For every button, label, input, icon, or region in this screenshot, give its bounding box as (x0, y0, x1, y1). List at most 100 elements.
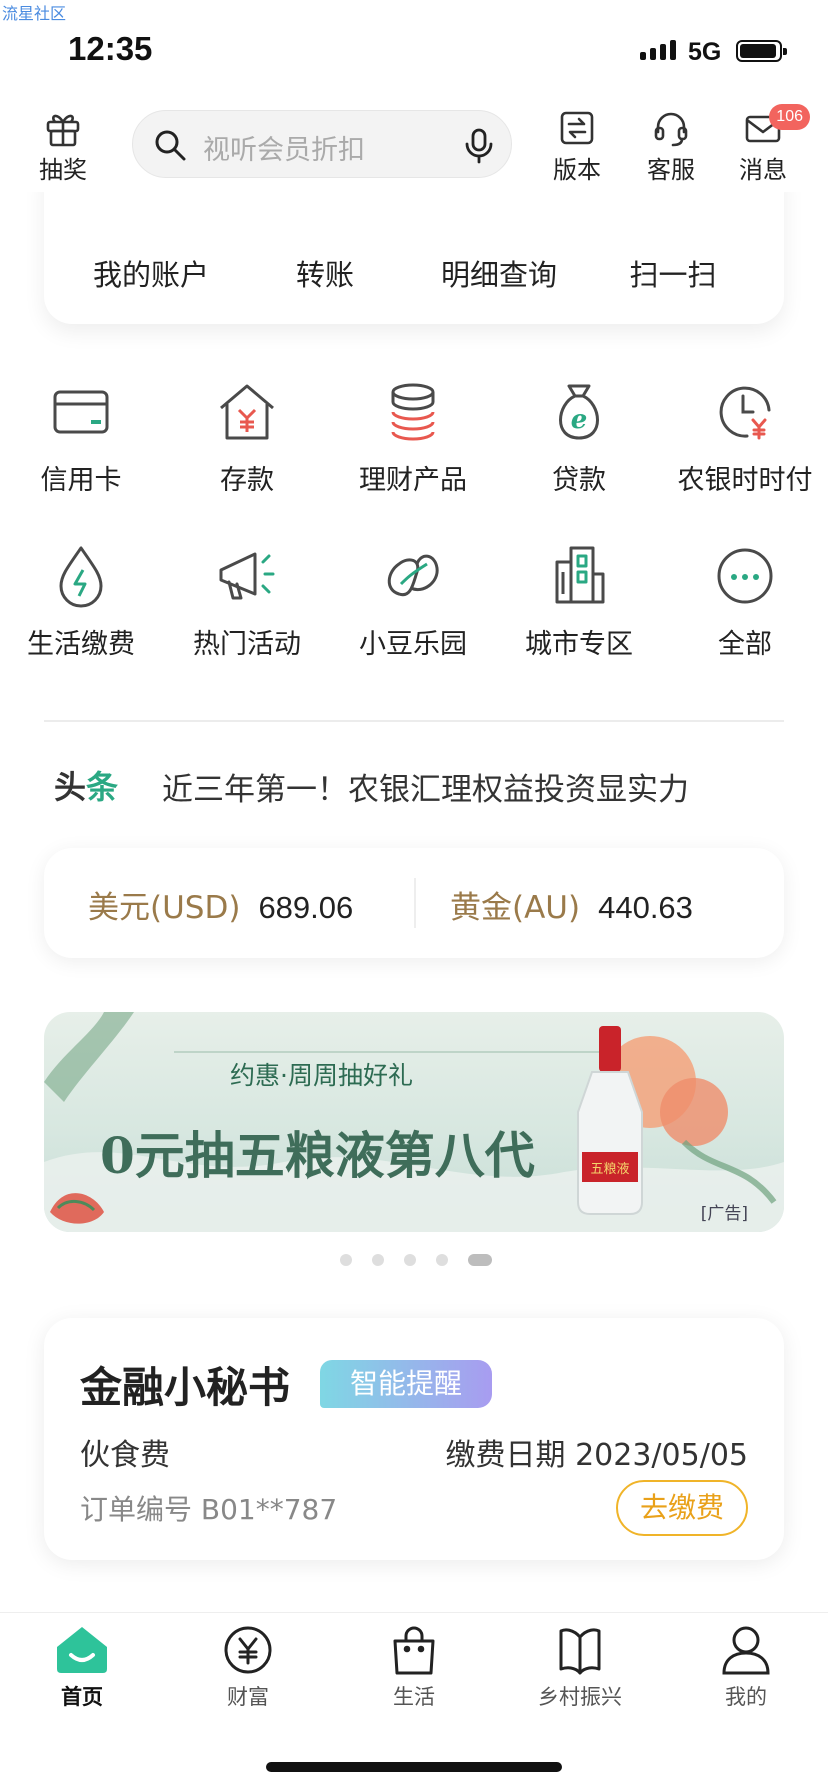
carousel-indicator (340, 1254, 492, 1266)
bottle-label: 五粮液 (590, 1162, 629, 1177)
service-all[interactable]: 全部 (660, 544, 828, 661)
carousel-dot-active[interactable] (468, 1254, 492, 1266)
message-badge: 106 (769, 104, 810, 130)
search-bar[interactable]: 视听会员折扣 (132, 110, 512, 178)
carousel-dot[interactable] (372, 1254, 384, 1266)
service-loan[interactable]: e 贷款 (494, 380, 664, 497)
search-icon (155, 130, 186, 161)
messages-button[interactable]: 106 消息 (728, 104, 810, 185)
battery-icon (736, 40, 787, 62)
tab-label: 首页 (61, 1685, 103, 1709)
customer-service-button[interactable]: 客服 (636, 108, 706, 185)
service-label: 信用卡 (40, 465, 122, 496)
svg-text:e: e (571, 405, 588, 435)
search-placeholder: 视听会员折扣 (203, 135, 365, 166)
tab-life[interactable]: 生活 (344, 1625, 484, 1711)
ad-label: [广告] (700, 1204, 748, 1224)
shopping-bag-icon (393, 1626, 435, 1675)
watermark: 流星社区 (2, 4, 67, 23)
more-dots-icon (717, 548, 773, 604)
utility-drop-icon (59, 546, 103, 608)
yuan-circle-icon (224, 1626, 272, 1674)
banner-subtitle: 约惠·周周抽好礼 (230, 1061, 413, 1090)
tab-label: 乡村振兴 (538, 1685, 622, 1709)
service-label: 热门活动 (193, 629, 301, 660)
city-buildings-icon (555, 546, 605, 604)
tab-label: 生活 (393, 1685, 435, 1709)
due-date: 缴费日期 2023/05/05 (445, 1438, 748, 1473)
service-label: 全部 (718, 629, 772, 660)
rate-usd[interactable]: 美元(USD) 689.06 (88, 882, 353, 927)
promo-banner[interactable]: 五粮液 约惠·周周抽好礼 0元抽五粮液第八代 [广告] (44, 1012, 784, 1232)
service-credit-card[interactable]: 信用卡 (0, 380, 166, 497)
tab-home[interactable]: 首页 (12, 1625, 152, 1711)
service-label: 小豆乐园 (359, 629, 467, 660)
quick-action-transfer[interactable]: 转账 (240, 252, 410, 294)
carousel-dot[interactable] (340, 1254, 352, 1266)
quick-action-detail-query[interactable]: 明细查询 (414, 252, 584, 294)
version-button[interactable]: 版本 (542, 108, 612, 185)
tab-label: 财富 (227, 1685, 269, 1709)
smart-reminder-tag: 智能提醒 (320, 1360, 492, 1408)
service-wealth-products[interactable]: 理财产品 (328, 380, 498, 497)
money-bag-icon: e (559, 384, 599, 440)
headline-tag: 头条 (54, 762, 118, 808)
service-label: 城市专区 (525, 629, 633, 660)
home-indicator (266, 1762, 562, 1772)
quick-actions-card: 我的账户 转账 明细查询 扫一扫 (44, 160, 784, 324)
tab-rural-revitalization[interactable]: 乡村振兴 (510, 1625, 650, 1711)
gift-icon (46, 114, 80, 147)
banner-title: 0元抽五粮液第八代 (100, 1126, 535, 1185)
version-label: 版本 (553, 156, 601, 184)
rate-gold[interactable]: 黄金(AU) 440.63 (450, 882, 693, 927)
service-hot-events[interactable]: 热门活动 (162, 544, 332, 661)
service-label: 农银时时付 (677, 465, 813, 496)
service-instant-pay[interactable]: 农银时时付 (660, 380, 828, 497)
tab-label: 我的 (725, 1685, 767, 1709)
lottery-button[interactable]: 抽奖 (28, 108, 98, 185)
pay-button[interactable]: 去缴费 (616, 1480, 748, 1536)
home-icon (57, 1627, 107, 1673)
top-bar: 抽奖 视听会员折扣 版本 客服 106 消息 (0, 104, 828, 192)
megaphone-icon (219, 552, 275, 600)
headline-news[interactable]: 近三年第一！农银汇理权益投资显实力 (162, 764, 689, 809)
clock-yuan-icon (719, 386, 771, 440)
service-label: 存款 (220, 465, 274, 496)
headline-tag-part-2: 条 (86, 768, 119, 806)
headline-tag-part-1: 头 (54, 768, 87, 806)
section-divider (44, 720, 784, 722)
headset-icon (654, 112, 688, 147)
carousel-dot[interactable] (404, 1254, 416, 1266)
rate-value: 440.63 (598, 890, 693, 925)
tab-mine[interactable]: 我的 (676, 1625, 816, 1711)
carousel-dot[interactable] (436, 1254, 448, 1266)
quick-action-my-account[interactable]: 我的账户 (66, 252, 236, 294)
tab-wealth[interactable]: 财富 (178, 1625, 318, 1711)
book-icon (559, 1628, 601, 1675)
coin-stack-icon (391, 383, 435, 441)
credit-card-icon (53, 390, 109, 434)
switch-version-icon (560, 111, 594, 145)
app-screen: 流星社区 12:35 5G 抽奖 视听会员折扣 版本 客服 106 消息 我的账… (0, 0, 828, 1792)
service-utility-payment[interactable]: 生活缴费 (0, 544, 166, 661)
financial-secretary-card[interactable]: 金融小秘书 智能提醒 伙食费 缴费日期 2023/05/05 订单编号 B01*… (44, 1318, 784, 1560)
service-city-zone[interactable]: 城市专区 (494, 544, 664, 661)
network-type: 5G (688, 38, 722, 66)
order-number: 订单编号 B01**787 (80, 1493, 338, 1526)
microphone-icon[interactable] (463, 128, 495, 164)
lottery-label: 抽奖 (39, 156, 87, 184)
rate-name: 美元(USD) (88, 890, 241, 926)
quick-action-scan[interactable]: 扫一扫 (588, 252, 758, 294)
service-label: 生活缴费 (27, 629, 135, 660)
service-label: 理财产品 (359, 465, 467, 496)
status-time: 12:35 (68, 30, 153, 67)
secretary-title: 金融小秘书 (80, 1363, 291, 1412)
rate-name: 黄金(AU) (450, 890, 581, 926)
bean-icon (387, 554, 439, 597)
service-bean-park[interactable]: 小豆乐园 (328, 544, 498, 661)
service-deposit[interactable]: 存款 (162, 380, 332, 497)
exchange-rates-card[interactable]: 美元(USD) 689.06 黄金(AU) 440.63 (44, 848, 784, 958)
service-label: 客服 (647, 156, 695, 184)
service-label: 贷款 (552, 465, 606, 496)
deposit-house-icon (220, 384, 274, 440)
